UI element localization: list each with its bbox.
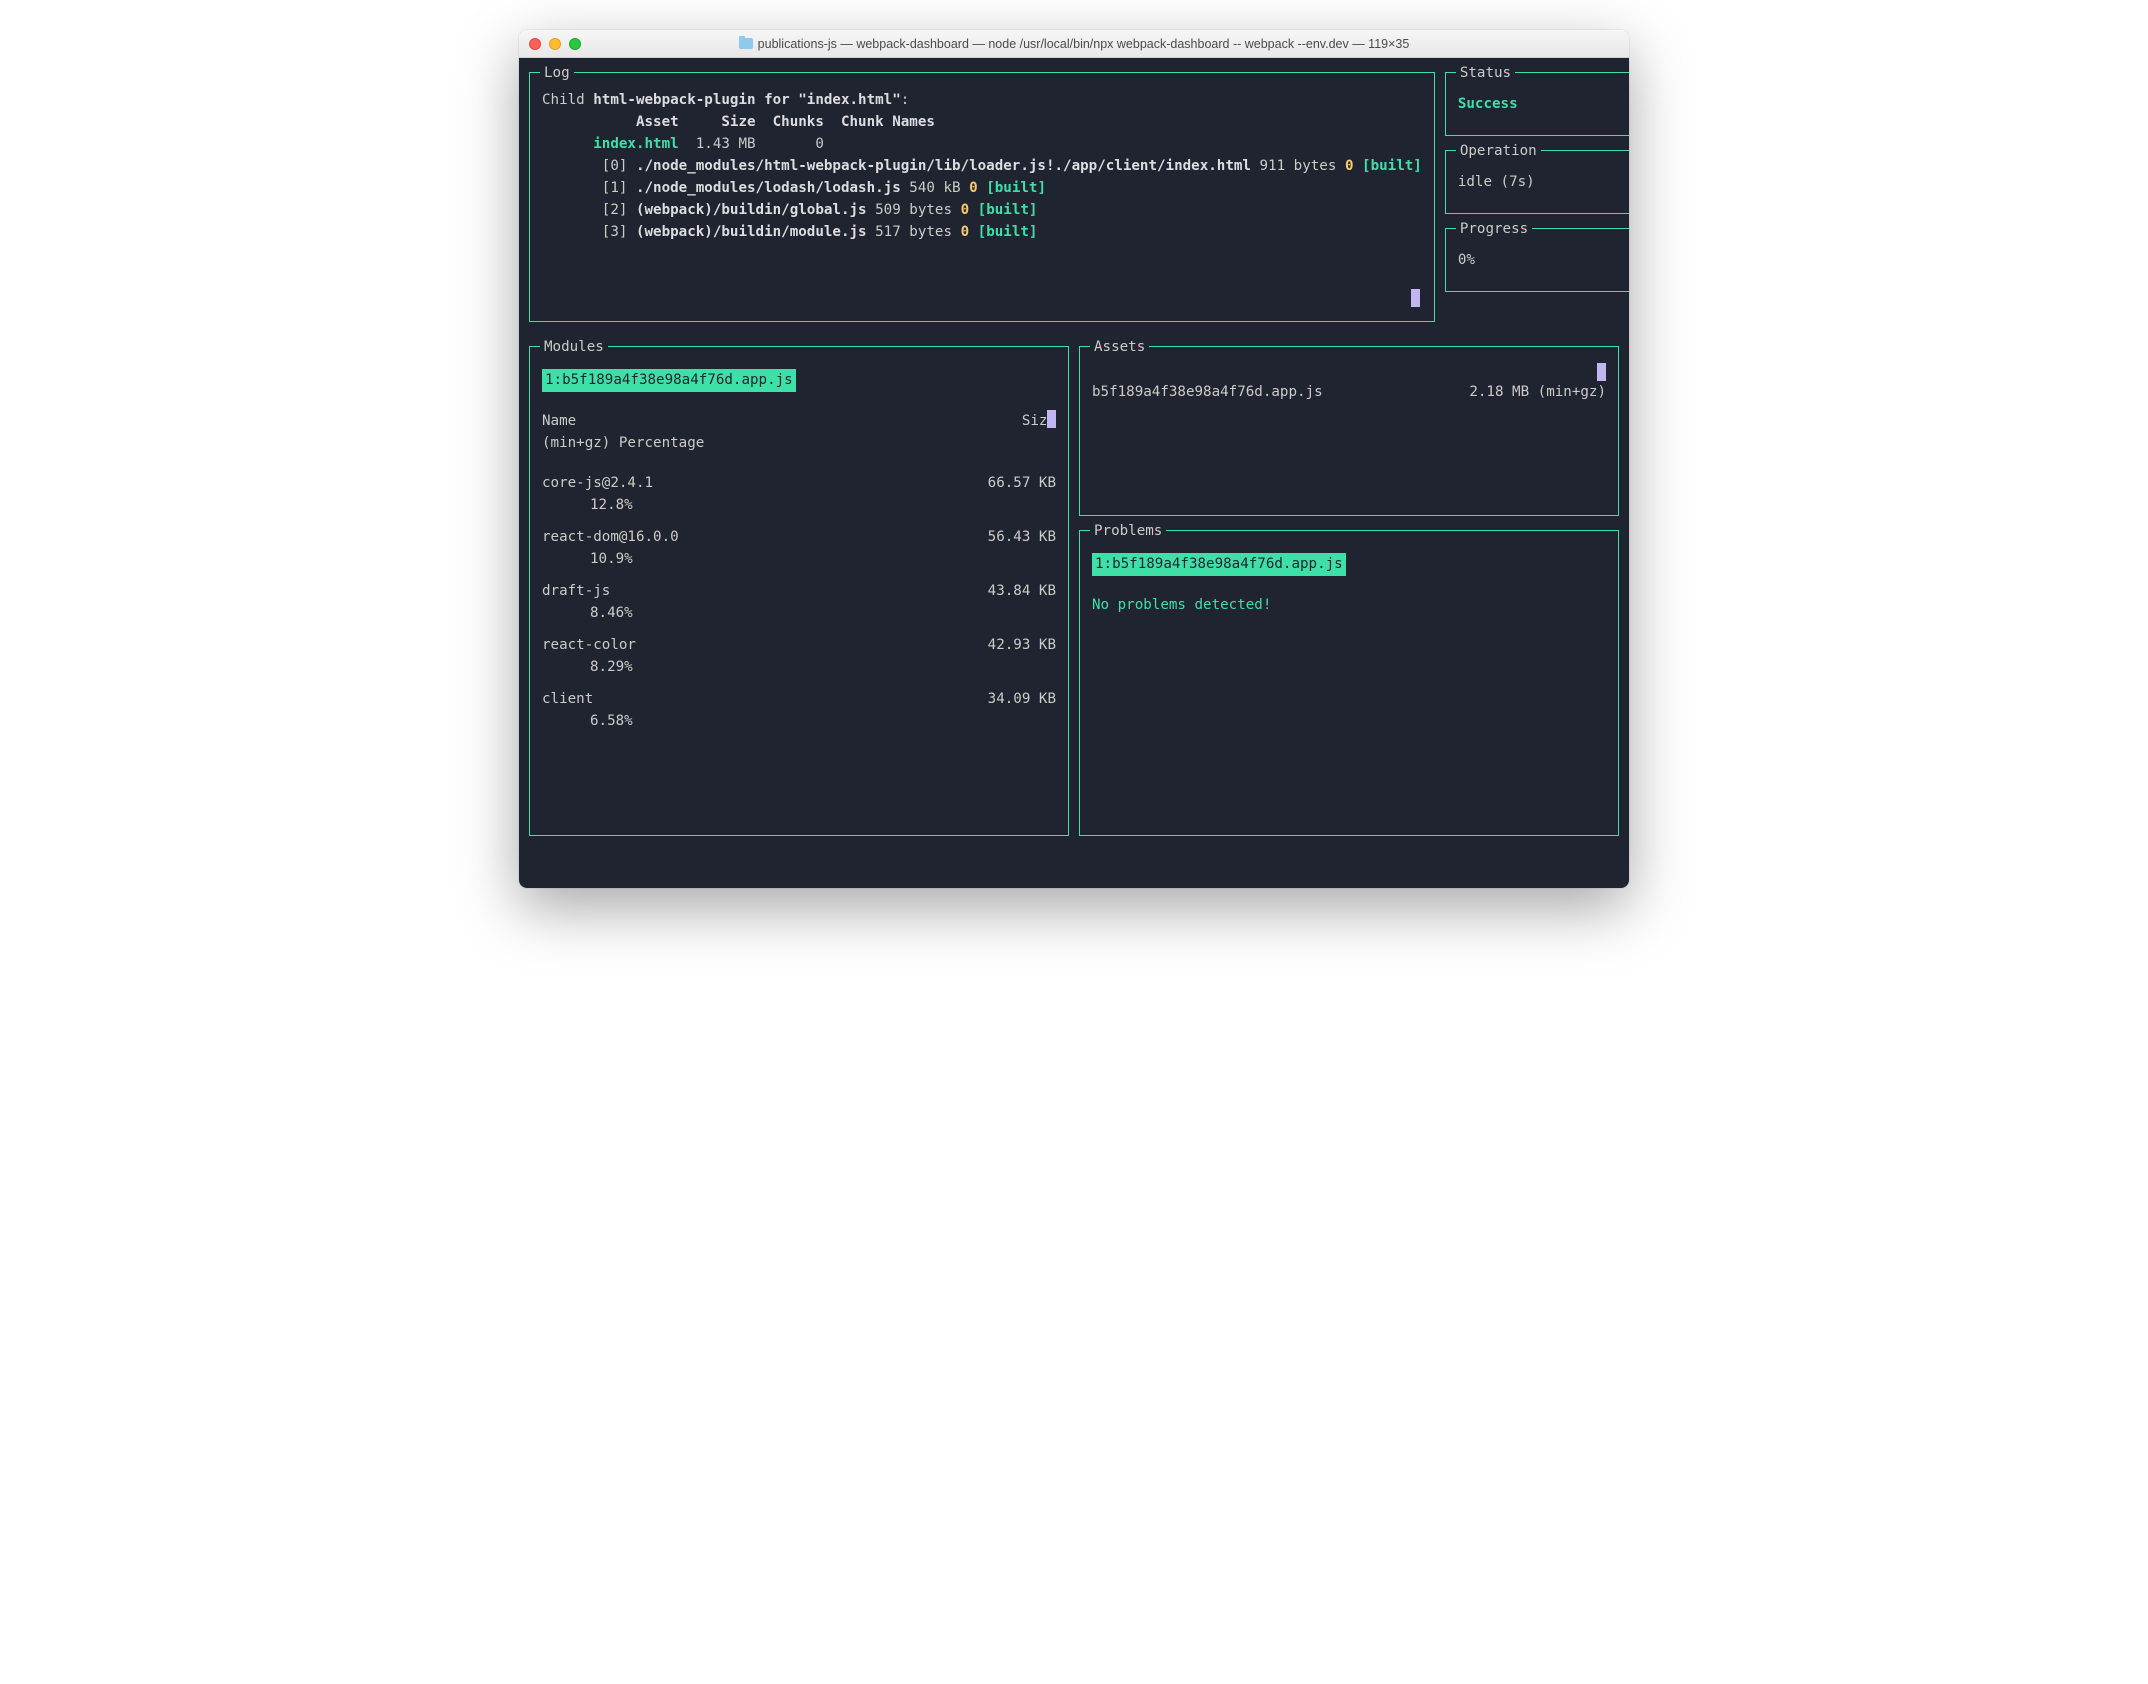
minimize-icon[interactable] — [549, 38, 561, 50]
problems-panel-title: Problems — [1090, 520, 1166, 542]
modules-col-name: Name — [542, 410, 576, 432]
modules-panel: Modules 1:b5f189a4f38e98a4f76d.app.js Na… — [529, 346, 1069, 836]
modules-panel-title: Modules — [540, 336, 608, 358]
list-item: react-color 42.93 KB — [542, 634, 1056, 656]
list-item: react-dom@16.0.0 56.43 KB — [542, 526, 1056, 548]
operation-value: idle (7s) — [1458, 174, 1535, 190]
assets-panel: Assets b5f189a4f38e98a4f76d.app.js 2.18 … — [1079, 346, 1619, 516]
status-panel-title: Status — [1456, 62, 1515, 84]
asset-size: 2.18 MB (min+gz) — [1469, 381, 1606, 403]
problems-panel: Problems 1:b5f189a4f38e98a4f76d.app.js N… — [1079, 530, 1619, 836]
progress-value: 0% — [1458, 252, 1475, 268]
status-panel: Status Success — [1445, 72, 1629, 136]
list-item: draft-js 43.84 KB — [542, 580, 1056, 602]
window-title: publications-js — webpack-dashboard — no… — [519, 37, 1629, 51]
modules-chip[interactable]: 1:b5f189a4f38e98a4f76d.app.js — [542, 369, 796, 392]
progress-panel: Progress 0% — [1445, 228, 1629, 292]
terminal-body: Log Child html-webpack-plugin for "index… — [519, 58, 1629, 888]
status-value: Success — [1458, 96, 1518, 112]
traffic-lights — [529, 38, 581, 50]
cursor-icon — [1411, 289, 1420, 307]
log-panel: Log Child html-webpack-plugin for "index… — [529, 72, 1435, 322]
assets-panel-title: Assets — [1090, 336, 1149, 358]
cursor-icon — [1047, 410, 1056, 428]
zoom-icon[interactable] — [569, 38, 581, 50]
operation-panel: Operation idle (7s) — [1445, 150, 1629, 214]
terminal-window: publications-js — webpack-dashboard — no… — [519, 30, 1629, 888]
progress-panel-title: Progress — [1456, 218, 1532, 240]
log-output[interactable]: Child html-webpack-plugin for "index.htm… — [542, 89, 1422, 243]
problems-message: No problems detected! — [1092, 594, 1606, 616]
folder-icon — [739, 38, 753, 49]
log-panel-title: Log — [540, 62, 574, 84]
problems-chip[interactable]: 1:b5f189a4f38e98a4f76d.app.js — [1092, 553, 1346, 576]
operation-panel-title: Operation — [1456, 140, 1541, 162]
titlebar[interactable]: publications-js — webpack-dashboard — no… — [519, 30, 1629, 58]
asset-name: b5f189a4f38e98a4f76d.app.js — [1092, 381, 1323, 403]
window-title-text: publications-js — webpack-dashboard — no… — [758, 37, 1410, 51]
cursor-icon — [1597, 363, 1606, 381]
modules-col-sub: (min+gz) Percentage — [542, 432, 1056, 454]
list-item: core-js@2.4.1 66.57 KB — [542, 472, 1056, 494]
close-icon[interactable] — [529, 38, 541, 50]
modules-list[interactable]: core-js@2.4.1 66.57 KB 12.8% react-dom@1… — [542, 472, 1056, 732]
list-item: client 34.09 KB — [542, 688, 1056, 710]
assets-list[interactable]: b5f189a4f38e98a4f76d.app.js 2.18 MB (min… — [1092, 363, 1606, 403]
